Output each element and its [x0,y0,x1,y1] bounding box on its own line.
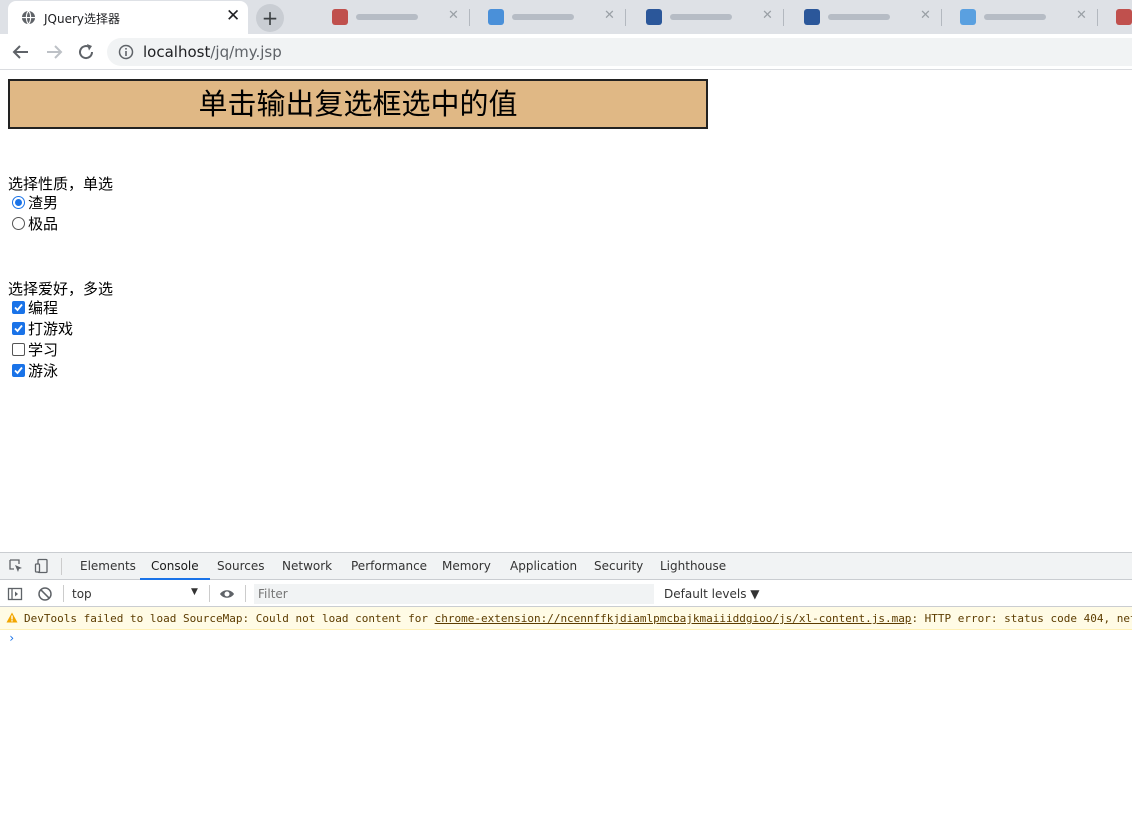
blurred-tab-title [984,14,1046,20]
url-text: localhost/jq/my.jsp [143,43,282,61]
toolbar-separator [61,558,62,575]
close-tab-icon[interactable]: ✕ [226,8,240,25]
tab-favicon-icon [646,9,662,25]
tab-separator [941,9,942,26]
console-warning-message: DevTools failed to load SourceMap: Could… [0,607,1132,630]
checkbox-group-label: 选择爱好，多选 [8,280,114,298]
radio-option-label: 极品 [28,215,59,233]
reload-icon[interactable] [76,42,96,62]
browser-toolbar: localhost/jq/my.jsp [0,34,1132,70]
devtools-tab-lighthouse[interactable]: Lighthouse [660,553,726,580]
blurred-tab-title [828,14,890,20]
close-tab-icon[interactable]: ✕ [604,8,615,23]
radio-group-label: 选择性质，单选 [8,175,114,193]
new-tab-button[interactable]: + [256,4,284,32]
close-tab-icon[interactable]: ✕ [1076,8,1087,23]
tab-separator [1097,9,1098,26]
tab-favicon-icon [960,9,976,25]
devtools-tab-memory[interactable]: Memory [442,553,491,580]
tab-separator [625,9,626,26]
background-tab[interactable]: ✕ [952,0,1102,34]
checkbox-option-label: 打游戏 [28,320,74,338]
blurred-tab-title [512,14,574,20]
warning-suffix: : HTTP error: status code 404, net::ERR_… [911,612,1132,625]
radio-option-label: 渣男 [28,194,59,212]
tab-strip: JQuery选择器 ✕ + ✕ ✕ ✕ ✕ ✕ [0,0,1132,34]
toolbar-separator [209,585,210,602]
clear-console-icon[interactable] [37,586,53,602]
toolbar-separator [63,585,64,602]
warning-prefix: DevTools failed to load SourceMap: Could… [24,612,435,625]
close-tab-icon[interactable]: ✕ [920,8,931,23]
radio-button[interactable] [12,217,25,230]
default-levels-dropdown[interactable]: Default levels ▼ [664,587,760,601]
devtools-panel: Elements Console Sources Network Perform… [0,552,1132,814]
console-filter-input[interactable]: Filter [254,584,654,604]
tab-favicon-icon [804,9,820,25]
eye-icon[interactable] [219,586,235,602]
show-sidebar-icon[interactable] [7,586,23,602]
checkbox[interactable] [12,343,25,356]
close-tab-icon[interactable]: ✕ [448,8,459,23]
inspect-element-icon[interactable] [8,558,24,574]
checkbox[interactable] [12,322,25,335]
console-toolbar: top ▼ Filter Default levels ▼ [0,581,1132,607]
devtools-tab-performance[interactable]: Performance [351,553,427,580]
chevron-down-icon[interactable]: ▼ [191,587,198,597]
warning-icon [6,612,18,623]
active-tab[interactable]: JQuery选择器 ✕ [8,1,248,34]
devtools-tab-application[interactable]: Application [510,553,577,580]
back-arrow-icon[interactable] [11,42,31,62]
background-tab[interactable]: ✕ [796,0,946,34]
devtools-tab-sources[interactable]: Sources [217,553,264,580]
tab-separator [783,9,784,26]
checkbox-option-label: 游泳 [28,362,59,380]
devtools-tab-console[interactable]: Console [140,553,210,580]
page-content: 单击输出复选框选中的值 选择性质，单选 渣男 极品 选择爱好，多选 编程 打游戏… [0,71,1132,552]
background-tab[interactable]: ✕ [480,0,630,34]
devtools-tab-network[interactable]: Network [282,553,332,580]
sourcemap-link[interactable]: chrome-extension://ncennffkjdiamlpmcbajk… [435,612,912,625]
tab-separator [469,9,470,26]
warning-text: DevTools failed to load SourceMap: Could… [24,612,1132,625]
background-tab[interactable] [1108,0,1132,34]
checkbox-option-label: 编程 [28,299,59,317]
output-checked-values-button[interactable]: 单击输出复选框选中的值 [8,79,708,129]
tab-favicon-icon [1116,9,1132,25]
tab-favicon-icon [332,9,348,25]
close-tab-icon[interactable]: ✕ [762,8,773,23]
background-tab[interactable]: ✕ [638,0,788,34]
checkbox[interactable] [12,364,25,377]
context-selector[interactable]: top [72,587,92,601]
tab-favicon-icon [488,9,504,25]
devtools-tab-elements[interactable]: Elements [80,553,136,580]
console-prompt[interactable]: › [8,631,15,645]
info-icon[interactable] [118,44,134,60]
background-tab[interactable]: ✕ [324,0,474,34]
filter-placeholder: Filter [258,587,288,601]
radio-button[interactable] [12,196,25,209]
globe-icon [21,10,36,25]
devtools-tab-security[interactable]: Security [594,553,643,580]
checkbox-option-label: 学习 [28,341,59,359]
url-path: /jq/my.jsp [210,43,282,61]
toolbar-separator [245,585,246,602]
device-toolbar-icon[interactable] [34,558,50,574]
address-bar[interactable]: localhost/jq/my.jsp [107,38,1132,66]
tab-title: JQuery选择器 [44,12,121,26]
devtools-tab-bar: Elements Console Sources Network Perform… [0,553,1132,580]
url-host: localhost [143,43,211,61]
checkbox[interactable] [12,301,25,314]
blurred-tab-title [670,14,732,20]
blurred-tab-title [356,14,418,20]
forward-arrow-icon[interactable] [44,42,64,62]
